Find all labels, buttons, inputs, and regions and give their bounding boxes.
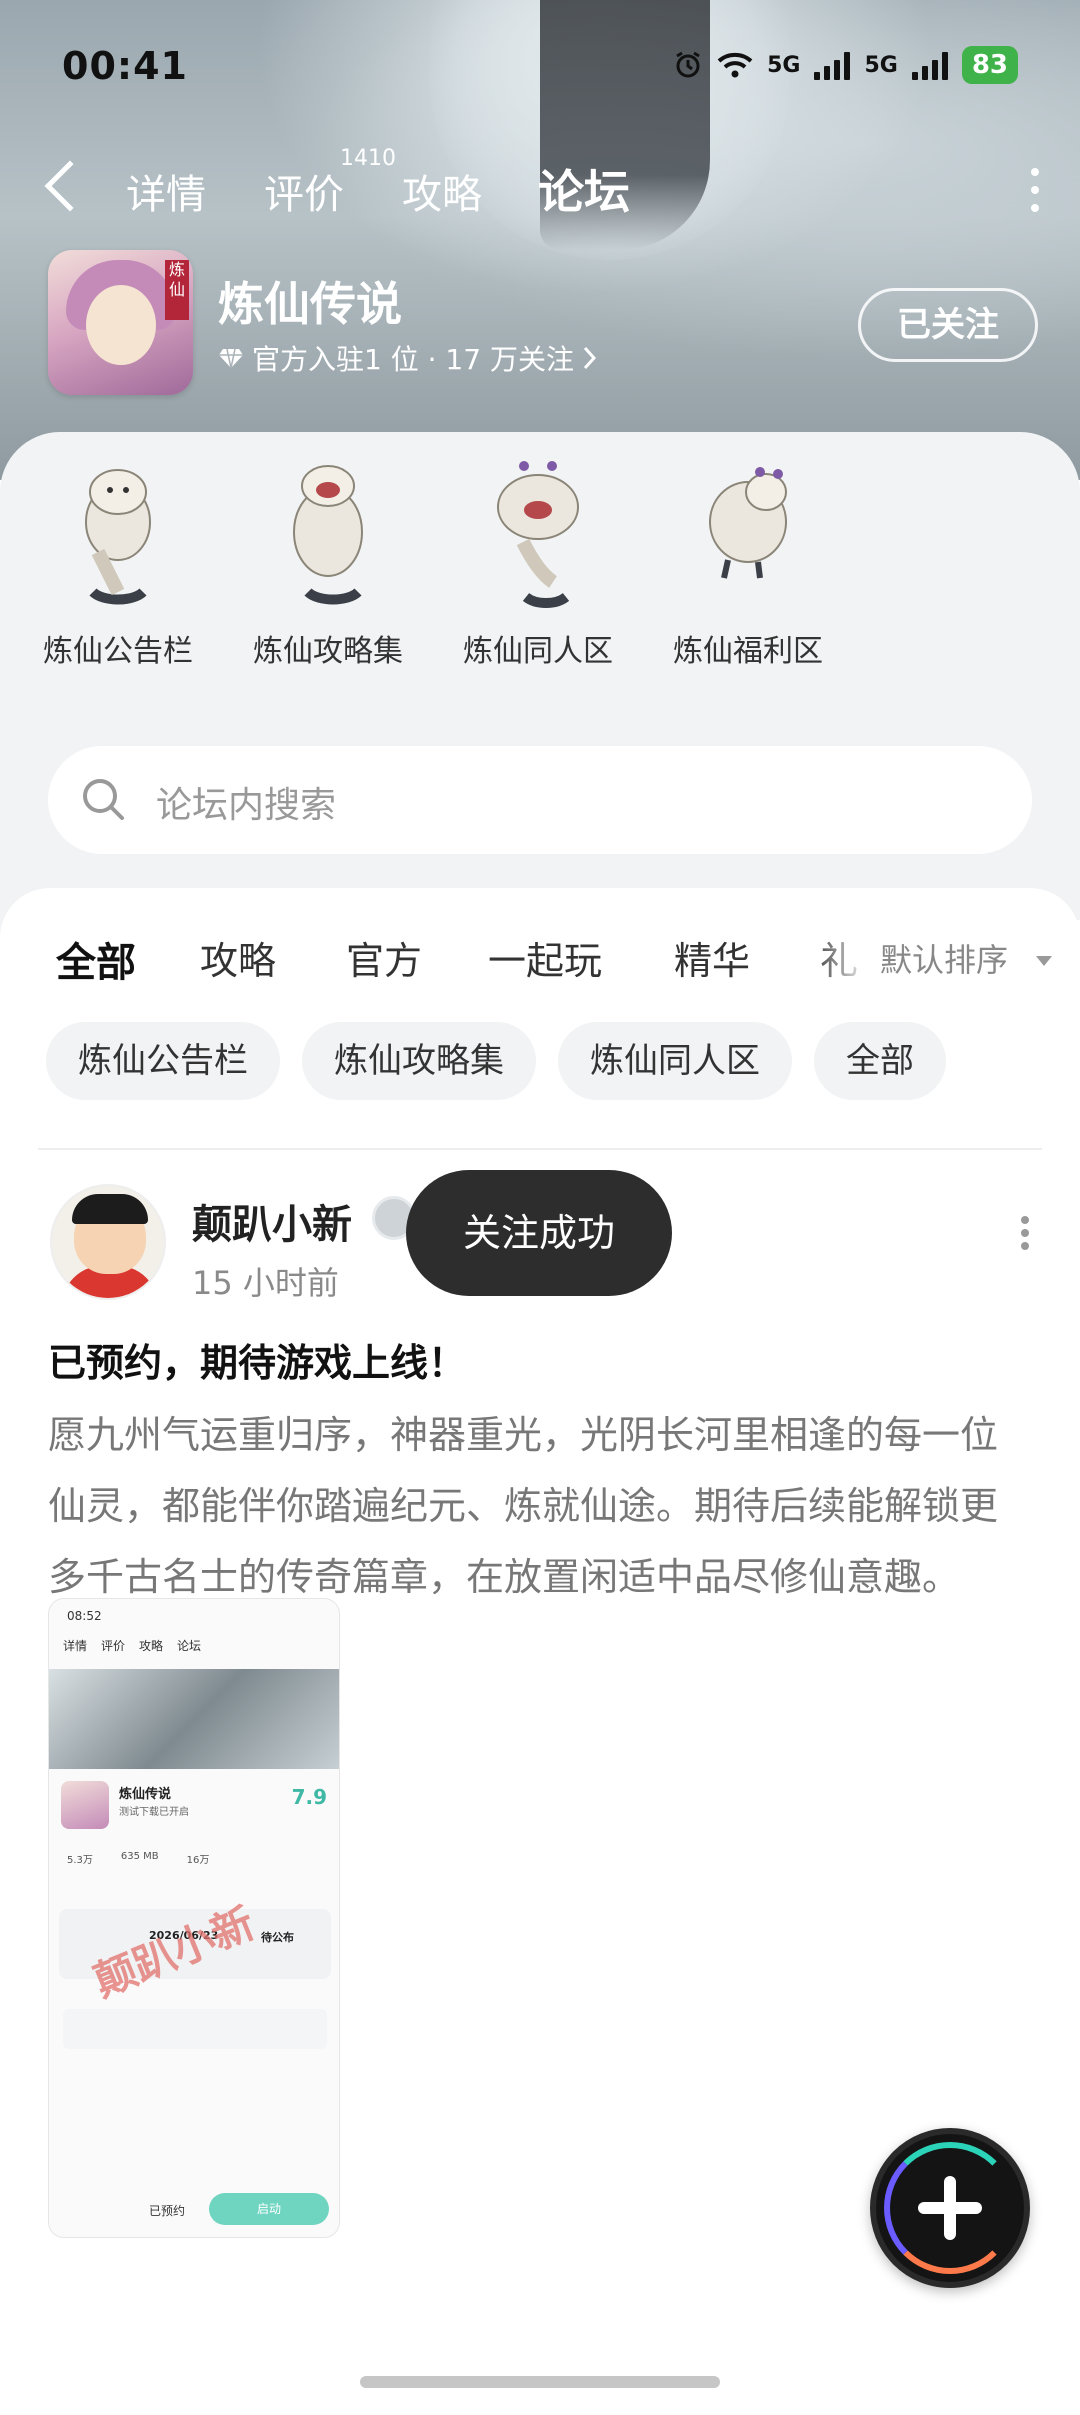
image-gift-row <box>63 2009 327 2049</box>
top-nav: 详情 评价 1410 攻略 论坛 <box>0 146 1080 230</box>
image-stats: 5.3万 635 MB 16万 <box>67 1851 210 1866</box>
board-list: 炼仙公告栏 炼仙攻略集 炼仙同人区 炼仙福利区 <box>0 452 1080 692</box>
image-test-end: 待公布 <box>261 1931 294 1944</box>
image-score: 7.9 <box>291 1785 327 1809</box>
filter-tabs: 全部 攻略 官方 一起玩 精华 礼 默认排序 <box>0 920 1080 990</box>
chevron-right-icon <box>583 346 596 370</box>
toast-message: 关注成功 <box>406 1170 672 1296</box>
image-game-subtitle: 测试下载已开启 <box>119 1807 189 1818</box>
game-title: 炼仙传说 <box>218 277 402 331</box>
game-meta-text: 官方入驻1 位 · 17 万关注 <box>252 343 574 376</box>
post-image[interactable]: 08:52 详情 评价 攻略 论坛 炼仙传说 测试下载已开启 7.9 5.3万 635 … <box>48 1598 340 2238</box>
search-placeholder: 论坛内搜索 <box>156 785 337 826</box>
post-author[interactable]: 颠趴小新 <box>192 1192 352 1250</box>
create-post-button[interactable] <box>870 2128 1030 2288</box>
chip-fanart[interactable]: 炼仙同人区 <box>558 1022 792 1100</box>
post-title: 已预约，期待游戏上线！ <box>48 1341 467 1385</box>
chip-guides[interactable]: 炼仙攻略集 <box>302 1022 536 1100</box>
post-body: 愿九州气运重归序，神器重光，光阴长河里相逢的每一位仙灵，都能伴你踏遍纪元、炼就仙… <box>48 1413 999 1599</box>
game-icon-tag: 炼仙 <box>165 260 189 320</box>
signal-icon-1 <box>814 50 851 80</box>
game-header: 炼仙 炼仙传说 官方入驻1 位 · 17 万关注 已关注 <box>48 250 1038 400</box>
image-booked: 已预约 <box>149 2204 186 2218</box>
search-icon <box>83 779 124 820</box>
image-nav: 详情 评价 攻略 论坛 <box>63 1639 202 1653</box>
tab-details[interactable]: 详情 <box>126 162 206 220</box>
board-label: 炼仙公告栏 <box>43 634 193 669</box>
image-start-button: 启动 <box>209 2193 329 2225</box>
tab-reviews[interactable]: 评价 <box>264 162 344 220</box>
board-item-welfare[interactable]: 炼仙福利区 <box>648 452 848 670</box>
more-options-icon[interactable] <box>1030 168 1040 212</box>
tab-forum[interactable]: 论坛 <box>536 156 632 222</box>
sort-dropdown[interactable]: 默认排序 <box>870 920 1080 990</box>
home-indicator[interactable] <box>360 2376 720 2388</box>
screen: 00:41 5G 5G 83 详情 评价 1410 攻略 论坛 炼仙 炼仙传说 … <box>0 0 1080 2415</box>
board-item-fanart[interactable]: 炼仙同人区 <box>438 452 638 670</box>
image-watermark: 颠趴小新 <box>87 1898 262 2007</box>
board-item-announcements[interactable]: 炼仙公告栏 <box>18 452 218 670</box>
board-chips: 炼仙公告栏 炼仙攻略集 炼仙同人区 全部 <box>46 1022 946 1102</box>
battery-indicator: 83 <box>961 46 1018 84</box>
board-label: 炼仙攻略集 <box>253 634 403 669</box>
game-meta[interactable]: 官方入驻1 位 · 17 万关注 <box>218 338 598 378</box>
divider <box>38 1148 1042 1150</box>
status-bar: 00:41 5G 5G 83 <box>62 40 1018 96</box>
review-count-badge: 1410 <box>340 146 396 171</box>
game-icon[interactable]: 炼仙 <box>48 250 193 395</box>
chip-all[interactable]: 全部 <box>814 1022 946 1100</box>
post-more-icon[interactable] <box>1020 1216 1030 1250</box>
back-arrow-icon[interactable] <box>44 160 96 212</box>
alarm-icon <box>676 51 700 78</box>
network-label-2: 5G <box>864 52 898 78</box>
filter-tab-featured[interactable]: 精华 <box>674 930 750 985</box>
mascot-icon <box>293 465 363 605</box>
mascot-icon <box>497 461 579 608</box>
image-status-time: 08:52 <box>67 1609 102 1623</box>
image-banner <box>49 1669 339 1769</box>
status-time: 00:41 <box>62 44 188 88</box>
board-label: 炼仙同人区 <box>463 634 613 669</box>
follow-button[interactable]: 已关注 <box>858 288 1038 362</box>
board-item-guides[interactable]: 炼仙攻略集 <box>228 452 428 670</box>
tab-guides[interactable]: 攻略 <box>402 162 482 220</box>
filter-tab-guides[interactable]: 攻略 <box>200 930 276 985</box>
diamond-icon <box>219 348 243 369</box>
post-time: 15 小时前 <box>192 1264 339 1302</box>
mascot-icon <box>709 467 787 579</box>
image-game-name: 炼仙传说 <box>119 1787 172 1802</box>
image-game-icon <box>61 1781 109 1829</box>
board-label: 炼仙福利区 <box>673 634 823 669</box>
signal-icon-2 <box>911 50 948 80</box>
chip-announcements[interactable]: 炼仙公告栏 <box>46 1022 280 1100</box>
forum-search-input[interactable]: 论坛内搜索 <box>48 746 1032 854</box>
avatar[interactable] <box>50 1184 166 1300</box>
filter-tab-play-together[interactable]: 一起玩 <box>488 930 602 985</box>
mascot-icon <box>85 469 151 605</box>
wifi-icon <box>717 52 753 78</box>
network-label-1: 5G <box>767 52 801 78</box>
filter-tab-all[interactable]: 全部 <box>56 930 136 988</box>
status-icons: 5G 5G 83 <box>673 46 1018 84</box>
filter-tab-official[interactable]: 官方 <box>346 930 422 985</box>
